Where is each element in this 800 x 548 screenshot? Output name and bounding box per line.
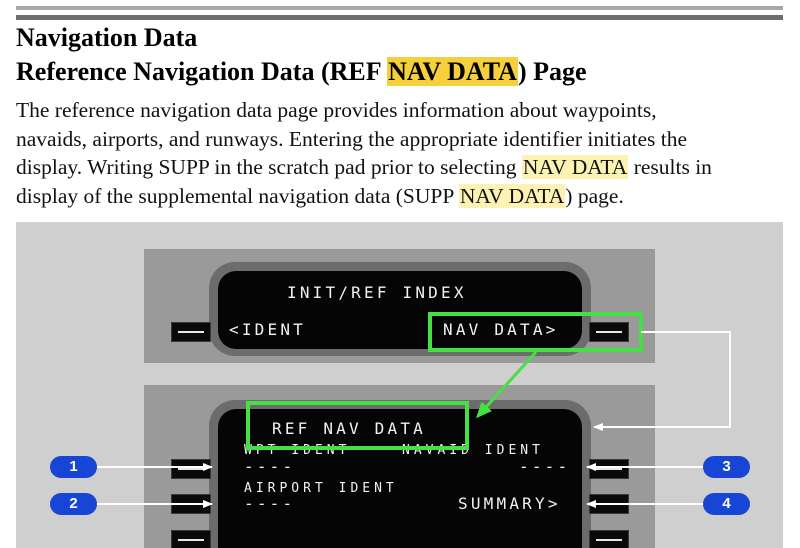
top-rule-dark <box>16 15 783 20</box>
cdu-diagram: INIT/REF INDEX <IDENT NAV DATA> REF NAV … <box>16 222 783 548</box>
description-line-2: navaids, airports, and runways. Entering… <box>16 126 688 151</box>
section-title: Navigation Data <box>16 23 198 52</box>
transition-arrow <box>475 350 538 419</box>
subtitle-highlight: NAV DATA <box>387 57 518 86</box>
description-line-1: The reference navigation data page provi… <box>16 98 657 122</box>
section-subtitle: Reference Navigation Data (REF NAV DATA)… <box>16 57 587 86</box>
description-line-3: display. Writing SUPP in the scratch pad… <box>16 155 712 179</box>
diagram-overlay <box>97 312 731 508</box>
page-flow-arrow <box>593 331 731 431</box>
description-line-4: display of the supplemental navigation d… <box>16 183 624 208</box>
description-paragraph: The reference navigation data page provi… <box>16 96 791 210</box>
nav-data-highlight: NAV DATA <box>521 155 629 179</box>
ref-nav-data-highlight-box <box>246 401 469 450</box>
nav-data-highlight: NAV DATA <box>458 183 566 208</box>
top-rule-light <box>16 6 783 10</box>
nav-data-highlight-box <box>428 312 643 352</box>
